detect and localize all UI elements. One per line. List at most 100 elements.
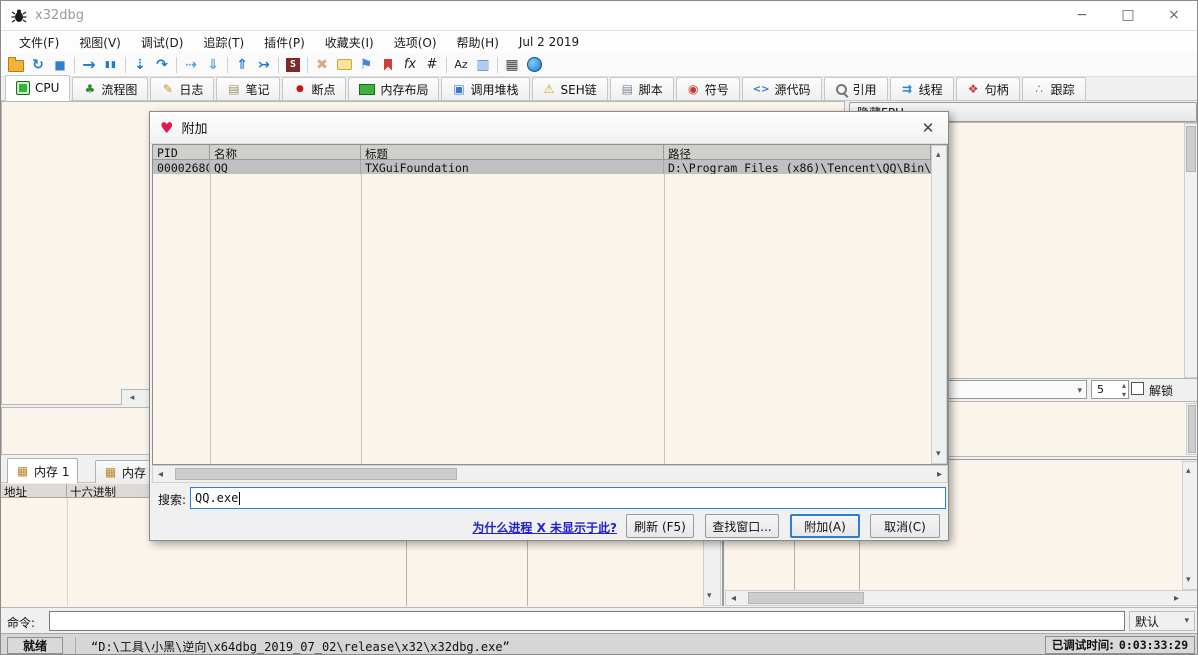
dialog-title: 附加 [181,118,207,137]
label-icon[interactable]: ⚑ [355,55,377,75]
scroll-right-icon[interactable]: ▸ [937,468,942,482]
col-header-path[interactable]: 路径 [664,145,931,160]
cell-title: TXGuiFoundation [361,160,664,174]
debug-time-label: 已调试时间: [1052,637,1114,653]
menu-build-date[interactable]: Jul 2 2019 [509,35,589,49]
scrollbar-thumb[interactable] [1186,126,1196,172]
s-badge-icon[interactable]: S [282,55,304,75]
scroll-left-icon[interactable]: ◂ [158,468,163,482]
function-icon[interactable]: fx [399,55,421,75]
menu-trace[interactable]: 追踪(T) [193,34,254,51]
tab-call-stack[interactable]: ▣调用堆栈 [441,77,529,100]
menu-view[interactable]: 视图(V) [69,34,131,51]
arguments-vscrollbar[interactable] [1186,403,1198,455]
search-input[interactable]: QQ.exe [190,487,946,509]
calculator-icon[interactable]: ▦ [501,55,523,75]
tab-trace[interactable]: ∴跟踪 [1022,77,1086,100]
unlock-label: 解锁 [1149,382,1173,399]
tab-label: 线程 [919,81,943,98]
notes-icon: ▤ [227,82,240,96]
command-input[interactable] [49,611,1125,631]
scroll-left-icon[interactable]: ◂ [731,592,736,606]
globe-icon[interactable] [523,55,545,75]
stack-hscrollbar[interactable]: ◂ ▸ [725,590,1198,606]
scroll-down-icon[interactable]: ▾ [707,589,712,603]
menu-debug[interactable]: 调试(D) [131,34,194,51]
tab-label: 内存 1 [34,463,69,480]
step-over-icon[interactable]: ↷ [151,55,173,75]
table-hscrollbar[interactable]: ◂ ▸ [152,465,948,483]
refresh-button[interactable]: 刷新 (F5) [626,514,694,538]
registers-vscrollbar[interactable] [1184,123,1198,378]
restart-icon[interactable]: ↻ [27,55,49,75]
attach-icon[interactable]: ↣ [253,55,275,75]
tab-graph[interactable]: ♣流程图 [72,77,148,100]
step-into-icon[interactable]: ⇣ [129,55,151,75]
tab-threads[interactable]: ⇉线程 [890,77,954,100]
scroll-down-icon[interactable]: ▾ [936,447,941,461]
strings-icon[interactable]: Az [450,55,472,75]
execute-till-return-icon[interactable]: ⇓ [202,55,224,75]
unlock-checkbox[interactable] [1131,382,1144,395]
col-header-title[interactable]: 标题 [361,145,664,160]
tab-seh-chain[interactable]: ⚠SEH链 [532,77,608,100]
find-window-button[interactable]: 查找窗口... [705,514,779,538]
scroll-up-icon[interactable]: ▴ [1186,464,1191,478]
scrollbar-thumb[interactable] [1188,405,1196,453]
scrollbar-thumb[interactable] [175,468,457,480]
tab-script[interactable]: ▤脚本 [610,77,674,100]
menu-plugins[interactable]: 插件(P) [254,34,315,51]
tab-breakpoints[interactable]: ●断点 [282,77,346,100]
table-row-selected[interactable]: 0000268C QQ TXGuiFoundation D:\Program F… [153,160,931,174]
spinner-down-icon[interactable]: ▾ [1122,388,1126,402]
tab-symbols[interactable]: ◉符号 [676,77,740,100]
table-vscrollbar[interactable]: ▴ ▾ [931,145,947,464]
tab-log[interactable]: ✎日志 [150,77,214,100]
menu-favourites[interactable]: 收藏夹(I) [315,34,384,51]
toolbar-separator [278,57,279,73]
bookmark-icon[interactable] [377,55,399,75]
scroll-up-icon[interactable]: ▴ [936,148,941,162]
stop-icon[interactable]: ■ [49,55,71,75]
profile-dropdown[interactable]: 默认 ▾ [1129,611,1195,631]
run-to-user-code-icon[interactable]: ⇢ [180,55,202,75]
tab-dump-1[interactable]: ▦ 内存 1 [7,458,78,483]
patch-icon[interactable]: ✖ [311,55,333,75]
hash-icon[interactable]: # [421,55,443,75]
dump-ram-icon: ▦ [16,464,29,478]
column-divider [67,498,68,606]
tab-notes[interactable]: ▤笔记 [216,77,280,100]
dialog-close-icon[interactable]: ✕ [918,119,938,137]
maximize-button[interactable]: □ [1105,1,1151,30]
dump-header-address[interactable]: 地址 [1,484,67,498]
stack-vscrollbar[interactable]: ▴ ▾ [1182,461,1198,590]
close-button[interactable]: × [1151,1,1197,30]
scroll-left-icon[interactable]: ◂ [124,391,140,405]
minimize-button[interactable]: − [1059,1,1105,30]
scroll-right-icon[interactable]: ▸ [1174,592,1179,606]
comment-icon[interactable] [333,55,355,75]
scroll-down-icon[interactable]: ▾ [1186,573,1191,587]
cancel-button[interactable]: 取消(C) [870,514,940,538]
tab-cpu[interactable]: CPU [5,75,70,101]
col-header-pid[interactable]: PID [153,145,210,160]
open-file-icon[interactable] [5,55,27,75]
why-not-shown-link[interactable]: 为什么进程 X 未显示于此? [470,519,617,536]
tab-label: 内存布局 [380,81,428,98]
attach-button[interactable]: 附加(A) [790,514,860,538]
menu-file[interactable]: 文件(F) [9,34,69,51]
step-out-icon[interactable]: ⇑ [231,55,253,75]
tab-source[interactable]: <>源代码 [742,77,822,100]
menu-options[interactable]: 选项(O) [384,34,447,51]
pause-icon[interactable]: ▮▮ [100,55,122,75]
tab-memory-map[interactable]: 内存布局 [348,77,439,100]
scrollbar-thumb[interactable] [748,592,864,604]
menu-help[interactable]: 帮助(H) [447,34,509,51]
ram-icon [359,84,375,95]
device-icon[interactable]: ▥ [472,55,494,75]
run-icon[interactable]: → [78,55,100,75]
tab-references[interactable]: 引用 [824,77,888,100]
depth-spinner[interactable]: 5 ▴ ▾ [1091,380,1129,399]
tab-handles[interactable]: ❖句柄 [956,77,1020,100]
col-header-name[interactable]: 名称 [210,145,361,160]
